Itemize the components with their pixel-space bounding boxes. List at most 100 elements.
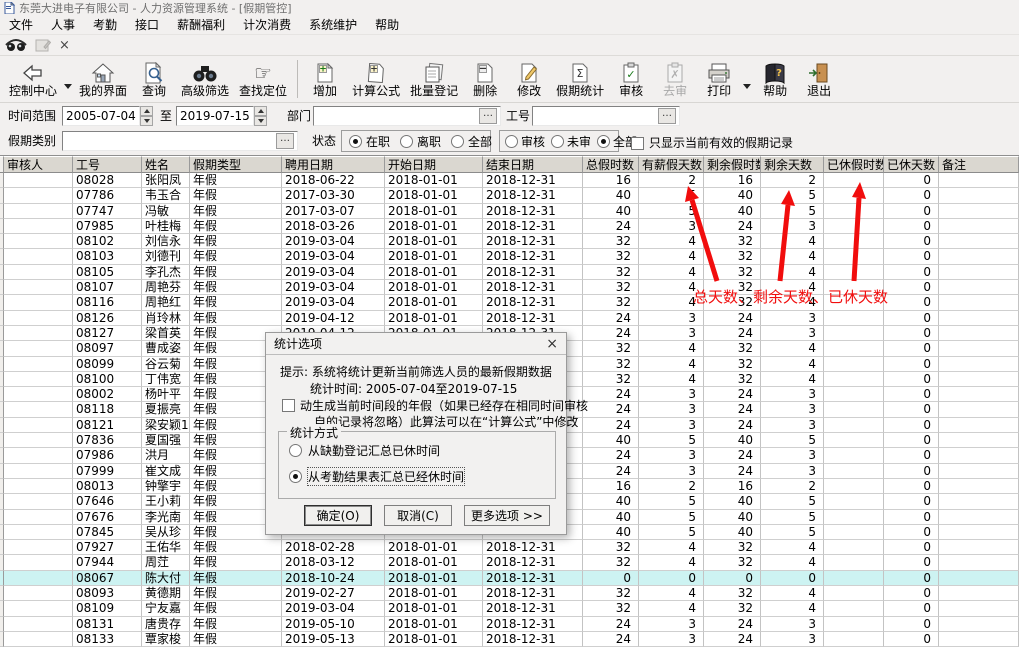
delete-button[interactable]: − 删除: [463, 59, 507, 99]
emp-no-input[interactable]: …: [532, 106, 680, 126]
status-option-all[interactable]: 全部: [468, 133, 492, 150]
table-cell: [4, 372, 73, 387]
modify-button[interactable]: 修改: [507, 59, 551, 99]
spinner-down-icon[interactable]: [140, 116, 153, 126]
table-cell: 08133: [73, 632, 142, 647]
menu-interface[interactable]: 接口: [126, 16, 168, 33]
col-header[interactable]: 姓名: [142, 156, 190, 173]
ok-button[interactable]: 确定(O): [304, 505, 372, 526]
radio-audited-icon[interactable]: [505, 135, 518, 148]
spinner-down-icon[interactable]: [254, 116, 267, 126]
leave-type-lookup-button[interactable]: …: [276, 133, 294, 149]
table-cell: 年假: [190, 249, 282, 264]
table-cell: [824, 555, 884, 570]
col-header[interactable]: 备注: [939, 156, 1019, 173]
table-row[interactable]: 08093黄德期年假2019-02-272018-01-012018-12-31…: [0, 586, 1019, 601]
radio-active-icon[interactable]: [349, 135, 362, 148]
col-header[interactable]: 开始日期: [385, 156, 483, 173]
menu-hr[interactable]: 人事: [42, 16, 84, 33]
col-header[interactable]: 总假时数: [583, 156, 639, 173]
table-row[interactable]: 08103刘德刊年假2019-03-042018-01-012018-12-31…: [0, 249, 1019, 264]
table-row[interactable]: 07747冯敏年假2017-03-072018-01-012018-12-314…: [0, 204, 1019, 219]
locate-button[interactable]: ☞ 查找定位: [234, 59, 292, 99]
date-to-spinner[interactable]: [254, 106, 267, 126]
audit-option-unaudited[interactable]: 未审: [567, 133, 591, 150]
table-cell: 年假: [190, 295, 282, 310]
dept-input[interactable]: …: [313, 106, 501, 126]
col-header[interactable]: 有薪假天数: [639, 156, 704, 173]
leave-stats-button[interactable]: Σ 假期统计: [551, 59, 609, 99]
help-button[interactable]: ? 帮助: [753, 59, 797, 99]
table-row[interactable]: 08102刘信永年假2019-03-042018-01-012018-12-31…: [0, 234, 1019, 249]
radio-absence-icon[interactable]: [289, 444, 302, 457]
col-header[interactable]: 聘用日期: [282, 156, 385, 173]
auto-generate-label-line1: 动生成当前时间段的年假（如果已经存在相同时间审核: [300, 397, 588, 414]
table-row[interactable]: 08126肖玲林年假2019-04-122018-01-012018-12-31…: [0, 311, 1019, 326]
note-icon[interactable]: [35, 38, 51, 53]
col-header[interactable]: 剩余天数: [761, 156, 824, 173]
auto-generate-checkbox[interactable]: [282, 399, 295, 412]
my-screen-button[interactable]: 我的界面: [74, 59, 132, 99]
more-options-button[interactable]: 更多选项 >>: [464, 505, 550, 526]
radio-unaudited-icon[interactable]: [551, 135, 564, 148]
date-from-input[interactable]: 2005-07-04: [62, 106, 140, 126]
status-option-active[interactable]: 在职: [366, 133, 390, 150]
audit-option-audited[interactable]: 审核: [521, 133, 545, 150]
leave-type-input[interactable]: …: [62, 131, 298, 151]
table-row[interactable]: 07927王佑华年假2018-02-282018-01-012018-12-31…: [0, 540, 1019, 555]
audit-button[interactable]: ✓ 审核: [609, 59, 653, 99]
date-from-spinner[interactable]: [140, 106, 153, 126]
table-row[interactable]: 08067陈大付年假2018-10-242018-01-012018-12-31…: [0, 571, 1019, 586]
eye-icon[interactable]: [5, 38, 27, 53]
table-cell: 5: [639, 204, 704, 219]
spinner-up-icon[interactable]: [254, 106, 267, 116]
col-header[interactable]: 工号: [73, 156, 142, 173]
radio-all2-icon[interactable]: [597, 135, 610, 148]
status-option-left[interactable]: 离职: [417, 133, 441, 150]
radio-all-icon[interactable]: [451, 135, 464, 148]
col-header[interactable]: 结束日期: [483, 156, 583, 173]
print-button[interactable]: 打印: [697, 59, 741, 99]
batch-register-button[interactable]: 批量登记: [405, 59, 463, 99]
menu-consumption[interactable]: 计次消费: [234, 16, 300, 33]
col-header[interactable]: 审核人: [4, 156, 73, 173]
control-center-button[interactable]: 控制中心: [4, 59, 62, 99]
close-pane-icon[interactable]: ×: [59, 39, 70, 52]
menu-payroll[interactable]: 薪酬福利: [168, 16, 234, 33]
cancel-button[interactable]: 取消(C): [384, 505, 452, 526]
table-row[interactable]: 08131唐贵存年假2019-05-102018-01-012018-12-31…: [0, 617, 1019, 632]
add-button[interactable]: + 增加: [303, 59, 347, 99]
only-valid-checkbox[interactable]: [631, 137, 644, 150]
menu-help[interactable]: 帮助: [366, 16, 408, 33]
emp-no-lookup-button[interactable]: …: [658, 108, 676, 124]
print-dropdown-icon[interactable]: [743, 84, 751, 89]
table-row[interactable]: 08105李孔杰年假2019-03-042018-01-012018-12-31…: [0, 265, 1019, 280]
table-row[interactable]: 07985叶桂梅年假2018-03-262018-01-012018-12-31…: [0, 219, 1019, 234]
table-row[interactable]: 08109宁友嘉年假2019-03-042018-01-012018-12-31…: [0, 601, 1019, 616]
col-header[interactable]: 假期类型: [190, 156, 282, 173]
exit-button[interactable]: 退出: [797, 59, 841, 99]
dialog-titlebar[interactable]: 统计选项 ×: [266, 333, 566, 355]
menu-file[interactable]: 文件: [0, 16, 42, 33]
advanced-filter-button[interactable]: 高级筛选: [176, 59, 234, 99]
query-button[interactable]: 查询: [132, 59, 176, 99]
col-header[interactable]: 剩余假时数: [704, 156, 761, 173]
table-row[interactable]: 08133覃家梭年假2019-05-132018-01-012018-12-31…: [0, 632, 1019, 647]
table-row[interactable]: 07786韦玉合年假2017-03-302018-01-012018-12-31…: [0, 188, 1019, 203]
spinner-up-icon[interactable]: [140, 106, 153, 116]
stat-method-option1[interactable]: 从缺勤登记汇总已休时间: [289, 442, 440, 459]
menu-attendance[interactable]: 考勤: [84, 16, 126, 33]
table-row[interactable]: 07944周茳年假2018-03-122018-01-012018-12-313…: [0, 555, 1019, 570]
date-to-input[interactable]: 2019-07-15: [176, 106, 254, 126]
control-center-dropdown-icon[interactable]: [64, 84, 72, 89]
stat-method-option2[interactable]: 从考勤结果表汇总已经休时间: [289, 468, 464, 485]
dialog-close-icon[interactable]: ×: [546, 337, 558, 351]
radio-attendance-icon[interactable]: [289, 470, 302, 483]
col-header[interactable]: 已休假时数: [824, 156, 884, 173]
table-row[interactable]: 08028张阳凤年假2018-06-222018-01-012018-12-31…: [0, 173, 1019, 188]
radio-left-icon[interactable]: [400, 135, 413, 148]
col-header[interactable]: 已休天数: [884, 156, 939, 173]
dept-lookup-button[interactable]: …: [479, 108, 497, 124]
menu-system[interactable]: 系统维护: [300, 16, 366, 33]
formula-button[interactable]: + 计算公式: [347, 59, 405, 99]
